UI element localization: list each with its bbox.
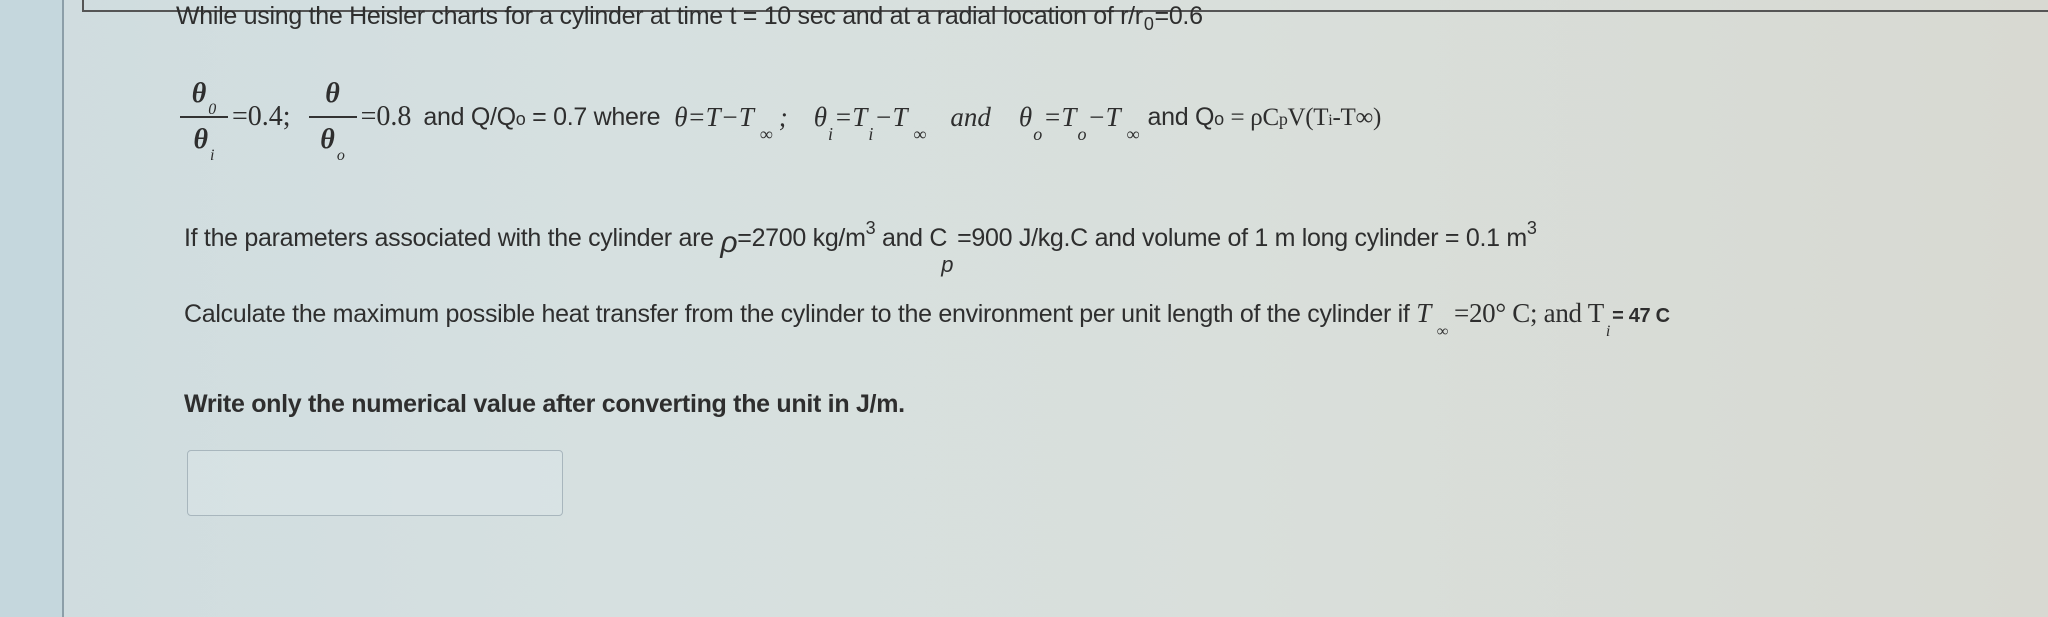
frac2-denominator: θo (309, 124, 357, 164)
def1: θ=T−T (674, 101, 754, 132)
rho-symbol: ρ (720, 226, 738, 259)
fraction-theta-over-theta0: θ θo (308, 78, 357, 164)
ratio2-value: =0.8 (360, 101, 412, 132)
fraction-bar (180, 116, 228, 118)
q0-rest: V(T (1287, 103, 1329, 131)
minus-t: −T (874, 101, 908, 132)
subscript: i (828, 123, 834, 144)
frac2-numerator: θ (325, 78, 340, 109)
subscript: p (1278, 108, 1288, 129)
ratios-line: θ0 θi =0.4; θ θo =0.8 and Q/Qo = 0.7 whe… (176, 78, 1382, 164)
minus-t: −T (1087, 101, 1121, 132)
q0-eq: = ρC (1230, 103, 1280, 131)
q0-tail: -T∞) (1332, 103, 1381, 131)
subscript: ∞ (1436, 323, 1449, 340)
q-label: and Q/Q (423, 102, 516, 131)
superscript: 3 (865, 218, 876, 238)
theta-i-definition: θi=Ti−T∞ (813, 101, 933, 144)
theta-symbol: θ (193, 124, 209, 155)
cp-value: =900 J/kg.C and volume of 1 m long cylin… (957, 224, 1527, 252)
instruction-text: Write only the numerical value after con… (184, 390, 905, 418)
subscript: p (941, 252, 954, 277)
subscript: 0 (208, 101, 217, 118)
subscript: i (868, 123, 874, 144)
theta-symbol: θ (1018, 101, 1033, 132)
ratio1-value: =0.4; (232, 101, 291, 132)
radial-value: =0.6 (1154, 2, 1203, 30)
subscript: o (336, 147, 345, 164)
subscript: o (1033, 123, 1043, 144)
rho-value: =2700 kg/m (737, 224, 866, 252)
t-inf-value-text: =20° C; and T (1454, 298, 1604, 328)
t-inf: T (1416, 298, 1431, 328)
eq-t: =T (1043, 101, 1077, 132)
calc-text: Calculate the maximum possible heat tran… (184, 300, 1417, 328)
question-intro: While using the Heisler charts for a cyl… (176, 2, 1203, 34)
t-inf-value: =20° C; and T (1454, 298, 1604, 328)
frac1-numerator: θ0 (180, 78, 228, 118)
ti-value: = 47 C (1612, 305, 1670, 327)
subscript: o (1214, 108, 1224, 129)
subscript: i (210, 147, 215, 164)
calculate-line: Calculate the maximum possible heat tran… (184, 298, 1670, 340)
q-ratio-value: = 0.7 where (532, 102, 661, 131)
parameters-line: If the parameters associated with the cy… (184, 218, 1537, 277)
fraction-theta0-over-thetai: θ0 θi (180, 78, 228, 164)
theta-definition: θ=T−T∞; (674, 101, 788, 144)
subscript: o (515, 108, 526, 129)
q0-definition: and Qo = ρCpV(Ti-T∞) (1147, 102, 1382, 132)
cp-label: and C (875, 224, 948, 252)
subscript: o (1077, 123, 1087, 144)
q0-label: and Q (1147, 102, 1215, 131)
subscript: ∞ (1126, 123, 1140, 144)
semicolon: ; (778, 101, 788, 132)
subscript: ∞ (913, 123, 927, 144)
params-text: If the parameters associated with the cy… (184, 224, 721, 252)
theta-symbol: θ (191, 78, 207, 109)
q-ratio: and Q/Qo = 0.7 where (423, 103, 660, 132)
r0-subscript: 0 (1143, 14, 1154, 34)
fraction-bar (308, 116, 357, 118)
q0-formula: = ρCpV(Ti-T∞) (1230, 103, 1382, 131)
subscript: ∞ (759, 123, 773, 144)
theta-symbol: θ (813, 101, 828, 132)
theta-symbol: θ (320, 124, 335, 155)
answer-input[interactable] (187, 450, 563, 516)
and-word: and (950, 101, 991, 132)
eq-t: =T (834, 101, 868, 132)
frac1-denominator: θi (180, 124, 228, 164)
left-panel (0, 0, 64, 617)
subscript: i (1605, 323, 1611, 340)
theta-o-definition: θo=To−T∞ (1018, 101, 1146, 144)
intro-text: While using the Heisler charts for a cyl… (176, 2, 1143, 30)
superscript: 3 (1526, 218, 1537, 238)
